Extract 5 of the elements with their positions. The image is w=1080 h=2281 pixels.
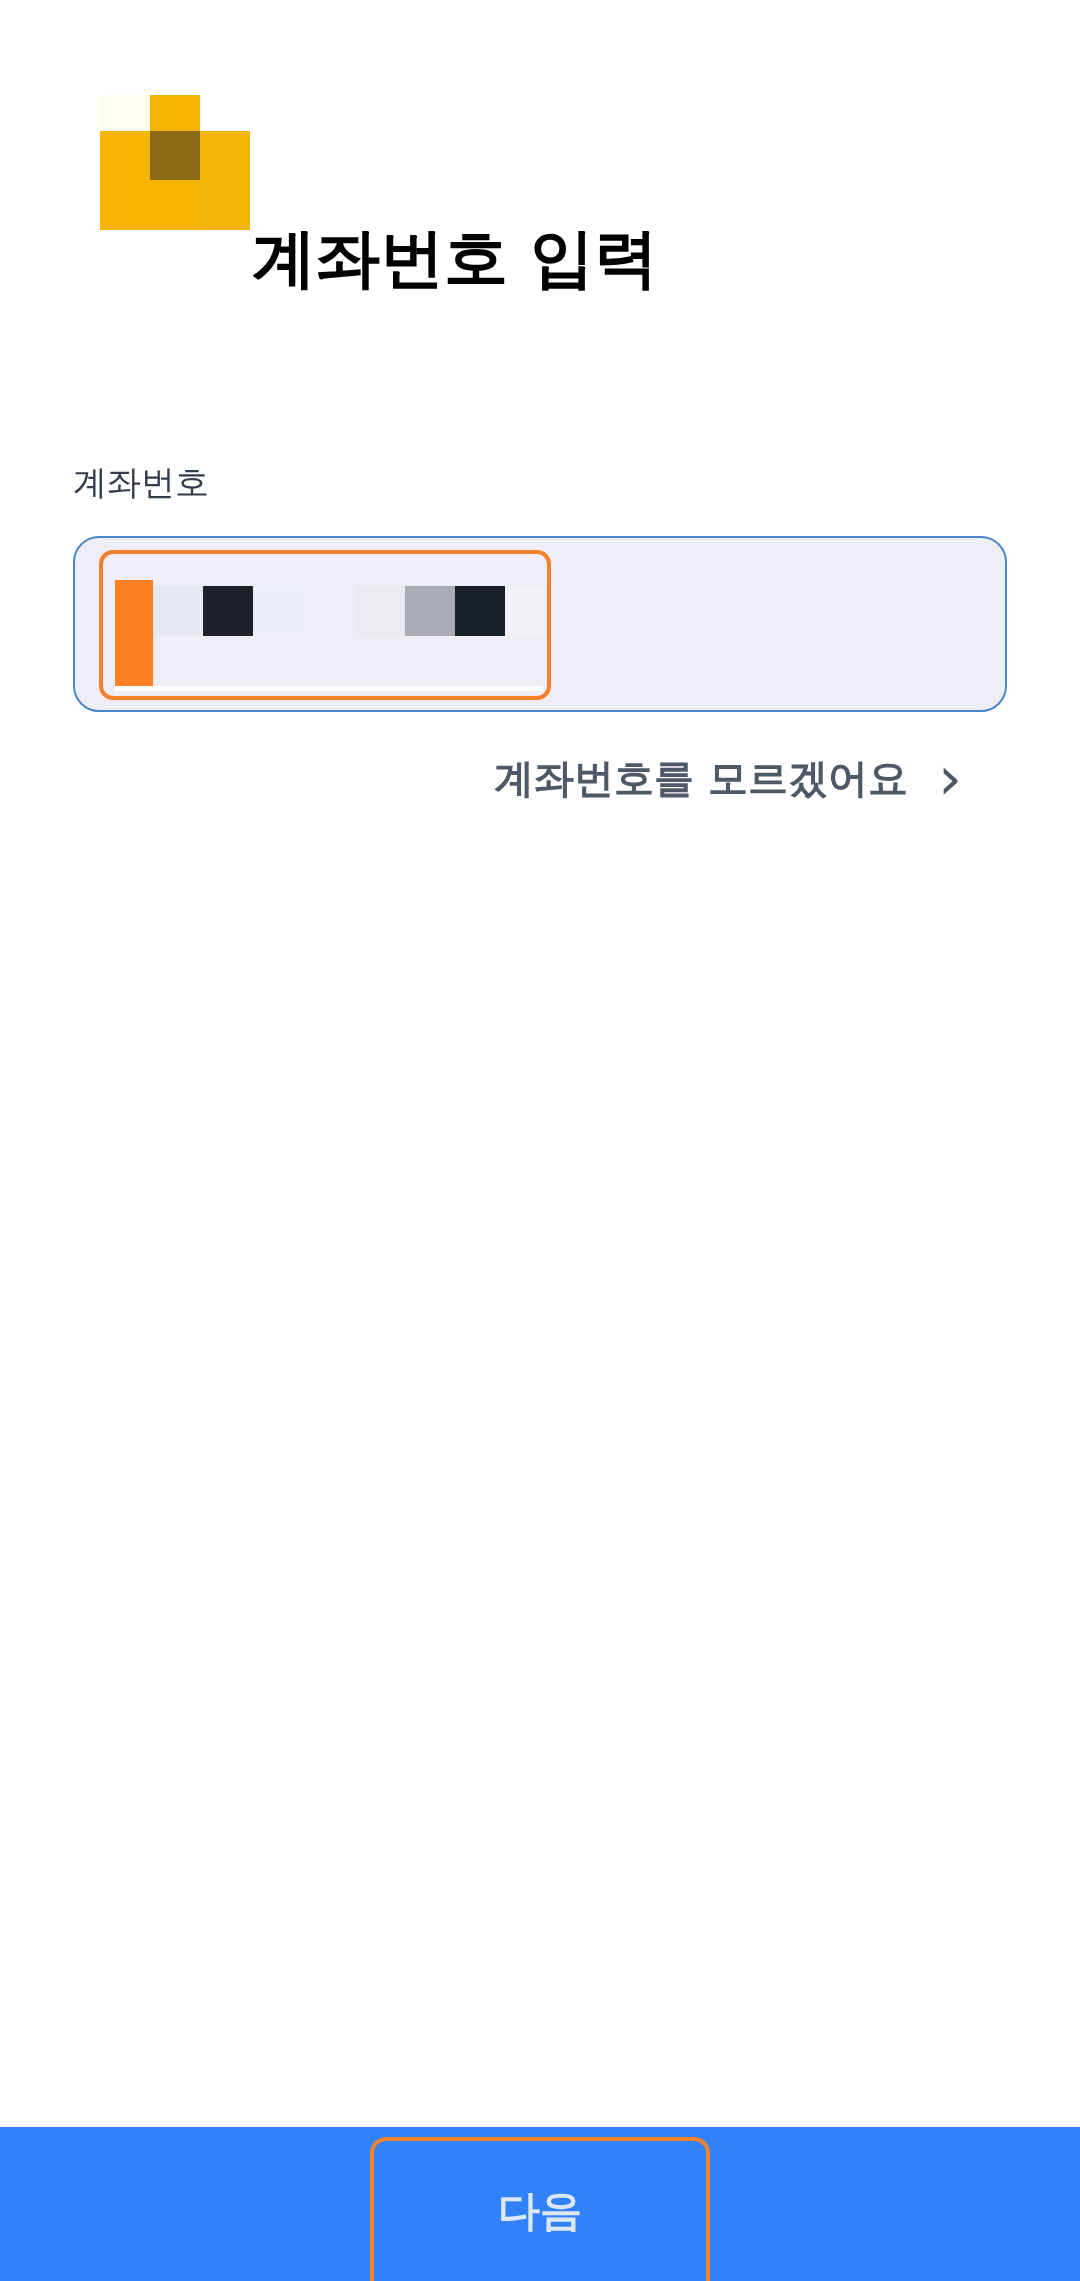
unknown-account-link[interactable]: 계좌번호를 모르겠어요 — [494, 750, 908, 806]
page-title: 계좌번호 입력 — [252, 220, 659, 297]
chevron-icon: › — [938, 748, 962, 808]
account-number-field[interactable] — [73, 536, 1007, 712]
field-label: 계좌번호 — [73, 461, 210, 504]
